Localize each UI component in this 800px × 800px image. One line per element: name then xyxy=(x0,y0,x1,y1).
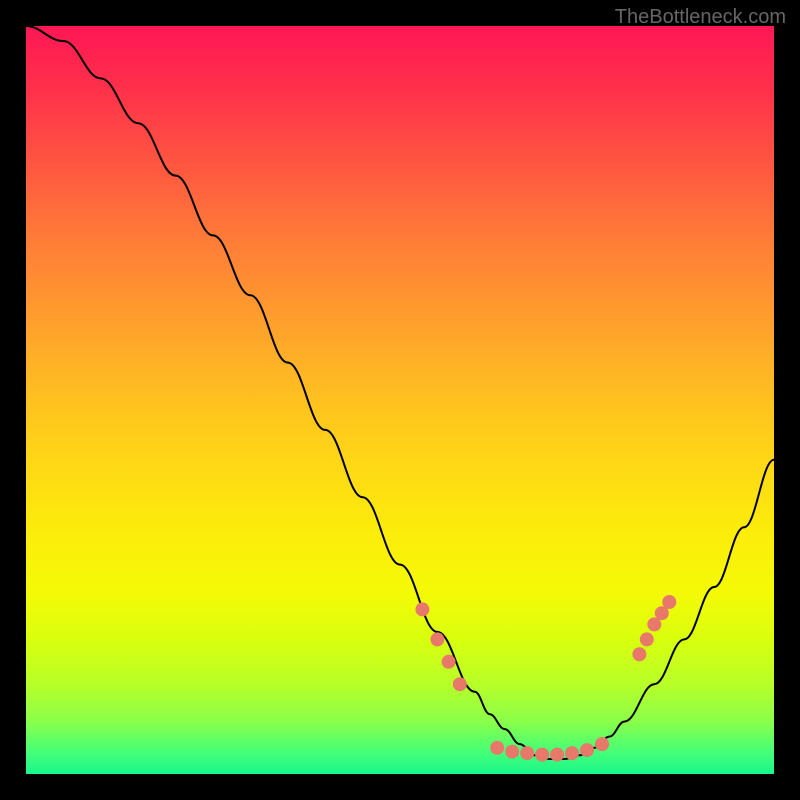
curve-marker xyxy=(595,737,609,751)
curve-marker xyxy=(415,602,429,616)
curve-marker xyxy=(640,632,654,646)
curve-marker xyxy=(550,748,564,762)
bottleneck-curve xyxy=(26,26,774,759)
curve-markers xyxy=(415,595,676,762)
curve-marker xyxy=(662,595,676,609)
curve-marker xyxy=(580,743,594,757)
plot-area xyxy=(26,26,774,774)
curve-marker xyxy=(442,655,456,669)
curve-marker xyxy=(490,741,504,755)
curve-marker xyxy=(535,748,549,762)
curve-marker xyxy=(453,677,467,691)
curve-marker xyxy=(520,746,534,760)
curve-marker xyxy=(632,647,646,661)
curve-marker xyxy=(565,746,579,760)
curve-marker xyxy=(430,632,444,646)
curve-marker xyxy=(505,745,519,759)
chart-svg xyxy=(26,26,774,774)
watermark-text: TheBottleneck.com xyxy=(615,6,786,29)
